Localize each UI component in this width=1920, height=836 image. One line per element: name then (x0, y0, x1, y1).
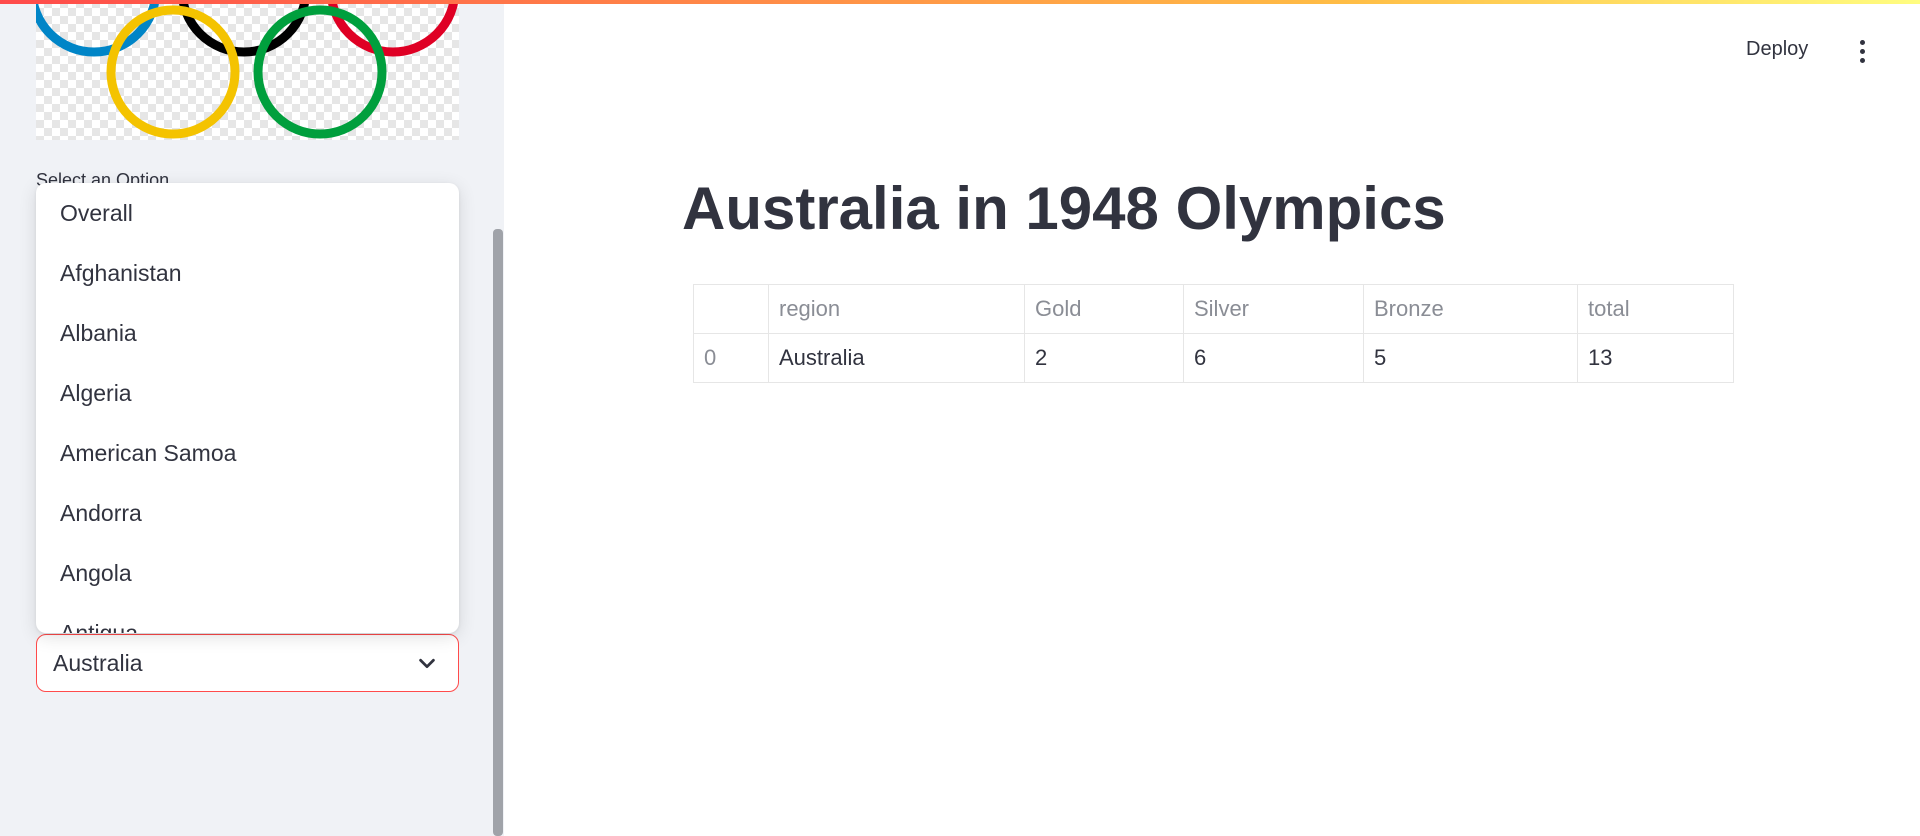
select-value: Australia (53, 650, 143, 676)
column-header-bronze: Bronze (1363, 284, 1578, 334)
column-header-gold: Gold (1024, 284, 1184, 334)
dropdown-option-overall[interactable]: Overall (36, 183, 459, 243)
cell-region: Australia (768, 333, 1025, 383)
medal-table: region Gold Silver Bronze total 0 Austra… (693, 284, 1734, 383)
olympic-rings-logo (36, 0, 459, 140)
dropdown-option-afghanistan[interactable]: Afghanistan (36, 243, 459, 303)
country-select[interactable]: Australia (36, 634, 459, 692)
column-header-total: total (1577, 284, 1734, 334)
cell-gold: 2 (1024, 333, 1184, 383)
kebab-menu-icon[interactable] (1855, 40, 1869, 70)
dropdown-option-angola[interactable]: Angola (36, 543, 459, 603)
top-decoration-bar (0, 0, 1920, 4)
dropdown-option-andorra[interactable]: Andorra (36, 483, 459, 543)
deploy-button[interactable]: Deploy (1746, 38, 1808, 61)
page-title: Australia in 1948 Olympics (682, 175, 1446, 242)
dropdown-option-american-samoa[interactable]: American Samoa (36, 423, 459, 483)
table-header-row: region Gold Silver Bronze total (693, 284, 1734, 334)
column-header-silver: Silver (1183, 284, 1364, 334)
chevron-down-icon (419, 658, 435, 669)
column-header-index (693, 284, 769, 334)
country-dropdown-menu: Overall Afghanistan Albania Algeria Amer… (36, 183, 459, 633)
column-header-region: region (768, 284, 1025, 334)
dropdown-option-antigua[interactable]: Antigua (36, 603, 459, 633)
sidebar-scrollbar[interactable] (493, 229, 503, 836)
table-row: 0 Australia 2 6 5 13 (693, 333, 1734, 383)
dropdown-option-algeria[interactable]: Algeria (36, 363, 459, 423)
sidebar: Select an Option Overall Afghanistan Alb… (0, 0, 504, 836)
dropdown-option-albania[interactable]: Albania (36, 303, 459, 363)
cell-total: 13 (1577, 333, 1734, 383)
cell-bronze: 5 (1363, 333, 1578, 383)
cell-index: 0 (693, 333, 769, 383)
cell-silver: 6 (1183, 333, 1364, 383)
